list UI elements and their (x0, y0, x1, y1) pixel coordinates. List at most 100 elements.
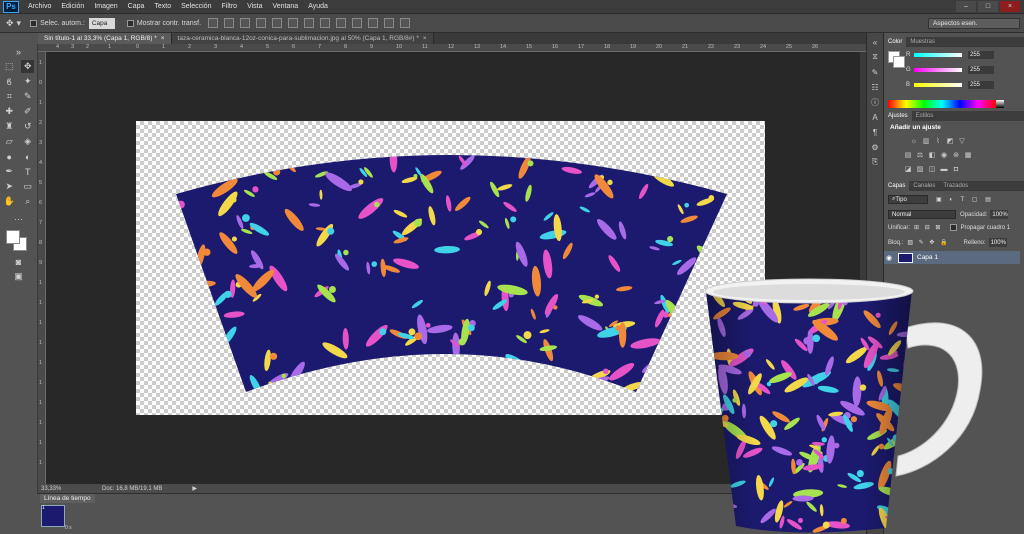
exposure-icon[interactable]: ◩ (946, 137, 954, 145)
history-panel-icon[interactable]: ⧖ (868, 51, 882, 63)
curves-icon[interactable]: ⌇ (934, 137, 942, 145)
zoom-tool-icon[interactable]: ⌕ (21, 195, 34, 208)
menu-capa[interactable]: Capa (123, 3, 150, 10)
photo-filter-icon[interactable]: ◉ (940, 151, 948, 159)
align-vcenter-button[interactable] (224, 18, 235, 28)
tab-muestras[interactable]: Muestras (906, 37, 939, 47)
auto-align-button[interactable] (400, 18, 411, 28)
black-white-ramp[interactable] (996, 100, 1004, 108)
blue-slider[interactable] (914, 82, 962, 87)
menu-edicion[interactable]: Edición (56, 3, 89, 10)
more-tools-icon[interactable]: … (12, 210, 25, 223)
tab-ajustes[interactable]: Ajustes (884, 111, 912, 121)
vibrance-icon[interactable]: ▽ (958, 137, 966, 145)
distribute-hcenter-button[interactable] (368, 18, 379, 28)
red-slider[interactable] (914, 52, 962, 57)
clone-stamp-tool-icon[interactable]: ♜ (3, 120, 16, 133)
brush-tool-icon[interactable]: ✐ (21, 105, 34, 118)
pen-tool-icon[interactable]: ✒ (3, 165, 16, 178)
history-brush-tool-icon[interactable]: ↺ (21, 120, 34, 133)
channel-mixer-icon[interactable]: ⊛ (952, 151, 960, 159)
maximize-button[interactable]: □ (978, 1, 998, 12)
distribute-vcenter-button[interactable] (320, 18, 331, 28)
tab-color[interactable]: Color (884, 37, 907, 47)
menu-ayuda[interactable]: Ayuda (303, 3, 333, 10)
menu-vista[interactable]: Vista (242, 3, 267, 10)
background-color-swatch[interactable] (893, 56, 905, 68)
layer-filter-icons[interactable]: ▣ ◐ T ▢ ▤ (936, 196, 994, 203)
rectangle-tool-icon[interactable]: ▭ (21, 180, 34, 193)
opacity-field[interactable]: 100% (990, 210, 1009, 219)
tab-close-icon[interactable]: × (423, 35, 427, 42)
menu-texto[interactable]: Texto (149, 3, 176, 10)
color-lookup-icon[interactable]: ▦ (964, 151, 972, 159)
menu-seleccion[interactable]: Selección (176, 3, 216, 10)
tab-canales[interactable]: Canales (909, 181, 939, 191)
black-white-icon[interactable]: ◧ (928, 151, 936, 159)
auto-select-dropdown[interactable]: Capa (88, 17, 115, 29)
eyedropper-tool-icon[interactable]: ✎ (21, 90, 34, 103)
magic-wand-tool-icon[interactable]: ✦ (21, 75, 34, 88)
brightness-contrast-icon[interactable]: ☼ (910, 137, 918, 145)
layer-name[interactable]: Capa 1 (917, 254, 938, 261)
status-menu-arrow-icon[interactable]: ▶ (192, 485, 197, 492)
propagate-frame-checkbox[interactable] (950, 224, 958, 231)
menu-archivo[interactable]: Archivo (23, 3, 56, 10)
blend-mode-dropdown[interactable]: Normal (888, 210, 956, 219)
move-tool-icon[interactable]: ✥ (21, 60, 35, 73)
clone-source-panel-icon[interactable]: ⎘ (868, 156, 882, 168)
invert-icon[interactable]: ◪ (904, 165, 912, 173)
eraser-tool-icon[interactable]: ▱ (3, 135, 16, 148)
layer-kind-filter[interactable]: ⌕ Tipo (888, 195, 928, 204)
quick-mask-icon[interactable]: ◙ (12, 255, 25, 268)
posterize-icon[interactable]: ▨ (916, 165, 924, 173)
selective-color-icon[interactable]: ◘ (952, 165, 960, 173)
blue-value-field[interactable]: 255 (968, 80, 994, 89)
type-tool-icon[interactable]: T (21, 165, 34, 178)
tab-capas[interactable]: Capas (884, 181, 910, 191)
hue-saturation-icon[interactable]: ▤ (904, 151, 912, 159)
menu-ventana[interactable]: Ventana (268, 3, 304, 10)
collapse-toolbar-icon[interactable]: » (12, 45, 25, 58)
tab-estilos[interactable]: Estilos (912, 111, 938, 121)
healing-brush-tool-icon[interactable]: ✚ (3, 105, 16, 118)
document-canvas[interactable] (136, 121, 765, 415)
align-left-button[interactable] (256, 18, 267, 28)
menu-filtro[interactable]: Filtro (217, 3, 243, 10)
properties-panel-icon[interactable]: ☷ (868, 81, 882, 93)
frame-duration[interactable]: 0 s (65, 525, 72, 531)
align-right-button[interactable] (288, 18, 299, 28)
blur-tool-icon[interactable]: ● (3, 150, 16, 163)
tab-timeline[interactable]: Línea de tiempo (40, 494, 95, 503)
workspace-dropdown[interactable]: Aspectos esen. (928, 18, 1020, 29)
tab-trazados[interactable]: Trazados (939, 181, 972, 191)
levels-icon[interactable]: ▥ (922, 137, 930, 145)
distribute-right-button[interactable] (384, 18, 395, 28)
crop-tool-icon[interactable]: ⌗ (3, 90, 16, 103)
zoom-level-field[interactable]: 33,33% (38, 486, 62, 492)
brush-presets-panel-icon[interactable]: ✎ (868, 66, 882, 78)
screen-mode-icon[interactable]: ▣ (12, 270, 25, 283)
lock-icons[interactable]: ▨ ✎ ✥ 🔒 (907, 239, 949, 246)
tab-sin-titulo[interactable]: Sin título-1 al 33,3% (Capa 1, RGB/8) * … (38, 33, 172, 44)
unify-icons[interactable]: ⊞ ⊟ ⊠ (914, 224, 942, 231)
tab-close-icon[interactable]: × (161, 35, 165, 42)
align-bottom-button[interactable] (240, 18, 251, 28)
align-hcenter-button[interactable] (272, 18, 283, 28)
show-transform-checkbox[interactable] (126, 19, 134, 27)
layer-row[interactable]: ◉ Capa 1 (884, 251, 1020, 264)
auto-select-checkbox[interactable] (30, 19, 38, 27)
lasso-tool-icon[interactable]: ϐ (3, 75, 16, 88)
color-spectrum-bar[interactable] (888, 100, 996, 108)
dodge-tool-icon[interactable]: ◐ (21, 150, 34, 163)
align-top-button[interactable] (208, 18, 219, 28)
character-panel-icon[interactable]: A (868, 111, 882, 123)
distribute-left-button[interactable] (352, 18, 363, 28)
foreground-color-swatch[interactable] (6, 230, 20, 244)
green-value-field[interactable]: 255 (968, 65, 994, 74)
marquee-tool-icon[interactable]: ⬚ (3, 60, 16, 73)
tool-presets-panel-icon[interactable]: ⚙ (868, 141, 882, 153)
threshold-icon[interactable]: ◫ (928, 165, 936, 173)
close-window-button[interactable]: × (1000, 1, 1020, 12)
distribute-bottom-button[interactable] (336, 18, 347, 28)
